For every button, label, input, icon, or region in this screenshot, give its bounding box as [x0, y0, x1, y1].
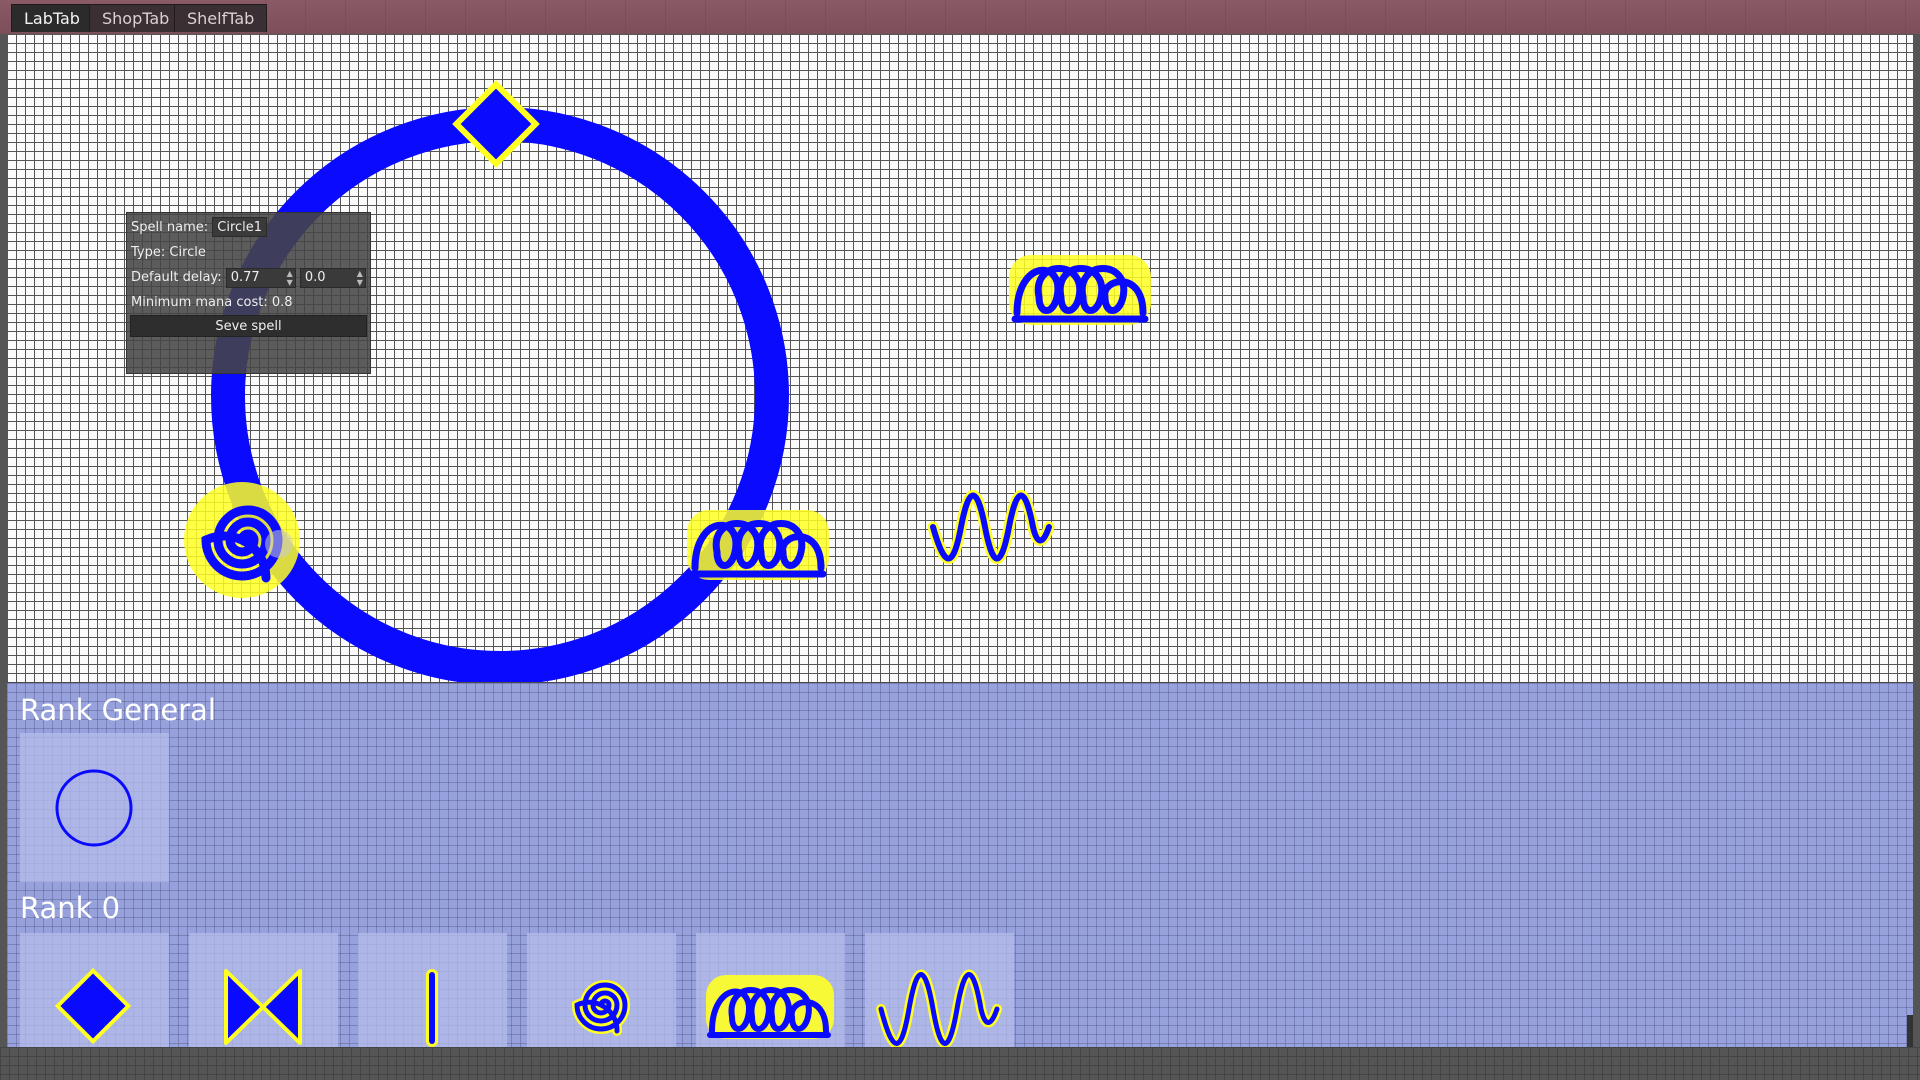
- spiral-rune-node[interactable]: [184, 482, 300, 598]
- spell-type-label: Type:: [131, 245, 166, 260]
- mana-cost-value: 0.8: [271, 295, 293, 310]
- wave-rune-free[interactable]: [927, 490, 1055, 564]
- mana-cost-label: Minimum mana cost:: [131, 295, 268, 310]
- bottom-strip: [0, 1047, 1920, 1080]
- tab-bar-ruler: [265, 0, 1920, 34]
- circle-rune-icon: [55, 769, 133, 847]
- palette-slot-line[interactable]: [358, 933, 507, 1047]
- right-border: [1913, 34, 1920, 1047]
- default-delay-spinbox-1[interactable]: 0.77 ▲ ▼: [225, 268, 296, 288]
- save-spell-button[interactable]: Seve spell: [130, 315, 367, 337]
- diamond-rune-icon: [54, 967, 132, 1045]
- spell-type-row: Type: Circle: [131, 243, 206, 263]
- spell-name-input[interactable]: Circle1: [212, 217, 268, 237]
- mana-cost-row: Minimum mana cost: 0.8: [131, 293, 293, 313]
- spell-properties-panel: Spell name: Circle1 Type: Circle Default…: [126, 212, 371, 374]
- coil-rune-free[interactable]: [1009, 255, 1151, 325]
- spiral-rune-icon: [571, 980, 631, 1036]
- spell-name-label: Spell name:: [131, 220, 209, 235]
- coil-rune-icon: [706, 975, 834, 1039]
- palette-slot-circle[interactable]: [20, 733, 169, 882]
- default-delay-value-2: 0.0: [304, 270, 326, 285]
- rune-palette: Rank General Rank 0: [7, 683, 1913, 1047]
- line-rune-icon: [426, 969, 438, 1047]
- default-delay-spinbox-2[interactable]: 0.0 ▲ ▼: [299, 268, 366, 288]
- rank-0-title: Rank 0: [20, 891, 121, 925]
- coil-rune-node[interactable]: [687, 510, 829, 580]
- diamond-rune-node[interactable]: [452, 80, 540, 168]
- tab-bar: [0, 0, 1920, 35]
- palette-slot-spiral[interactable]: [527, 933, 676, 1047]
- spin-arrows-icon[interactable]: ▲ ▼: [357, 269, 363, 287]
- palette-slot-diamond[interactable]: [20, 933, 169, 1047]
- tab-shelftab[interactable]: ShelfTab: [174, 4, 268, 32]
- main-circle-rune[interactable]: [211, 107, 789, 682]
- palette-scrollbar[interactable]: [1907, 1015, 1913, 1047]
- palette-slot-coil[interactable]: [696, 933, 845, 1047]
- default-delay-value-1: 0.77: [230, 270, 260, 285]
- spell-name-row: Spell name: Circle1: [131, 217, 268, 237]
- left-border: [0, 34, 7, 1047]
- spell-canvas[interactable]: Spell name: Circle1 Type: Circle Default…: [7, 34, 1913, 682]
- tab-shoptab[interactable]: ShopTab: [89, 4, 183, 32]
- rank-general-title: Rank General: [20, 693, 216, 727]
- default-delay-label: Default delay:: [131, 270, 222, 285]
- spin-arrows-icon[interactable]: ▲ ▼: [287, 269, 293, 287]
- palette-slot-wave[interactable]: [865, 933, 1014, 1047]
- default-delay-row: Default delay: 0.77 ▲ ▼ 0.0 ▲ ▼: [131, 268, 366, 288]
- wave-rune-icon: [876, 969, 1002, 1047]
- bowtie-rune-icon: [224, 969, 302, 1045]
- tab-labtab[interactable]: LabTab: [11, 4, 93, 32]
- palette-slot-bowtie[interactable]: [189, 933, 338, 1047]
- spell-type-value: Circle: [169, 245, 206, 260]
